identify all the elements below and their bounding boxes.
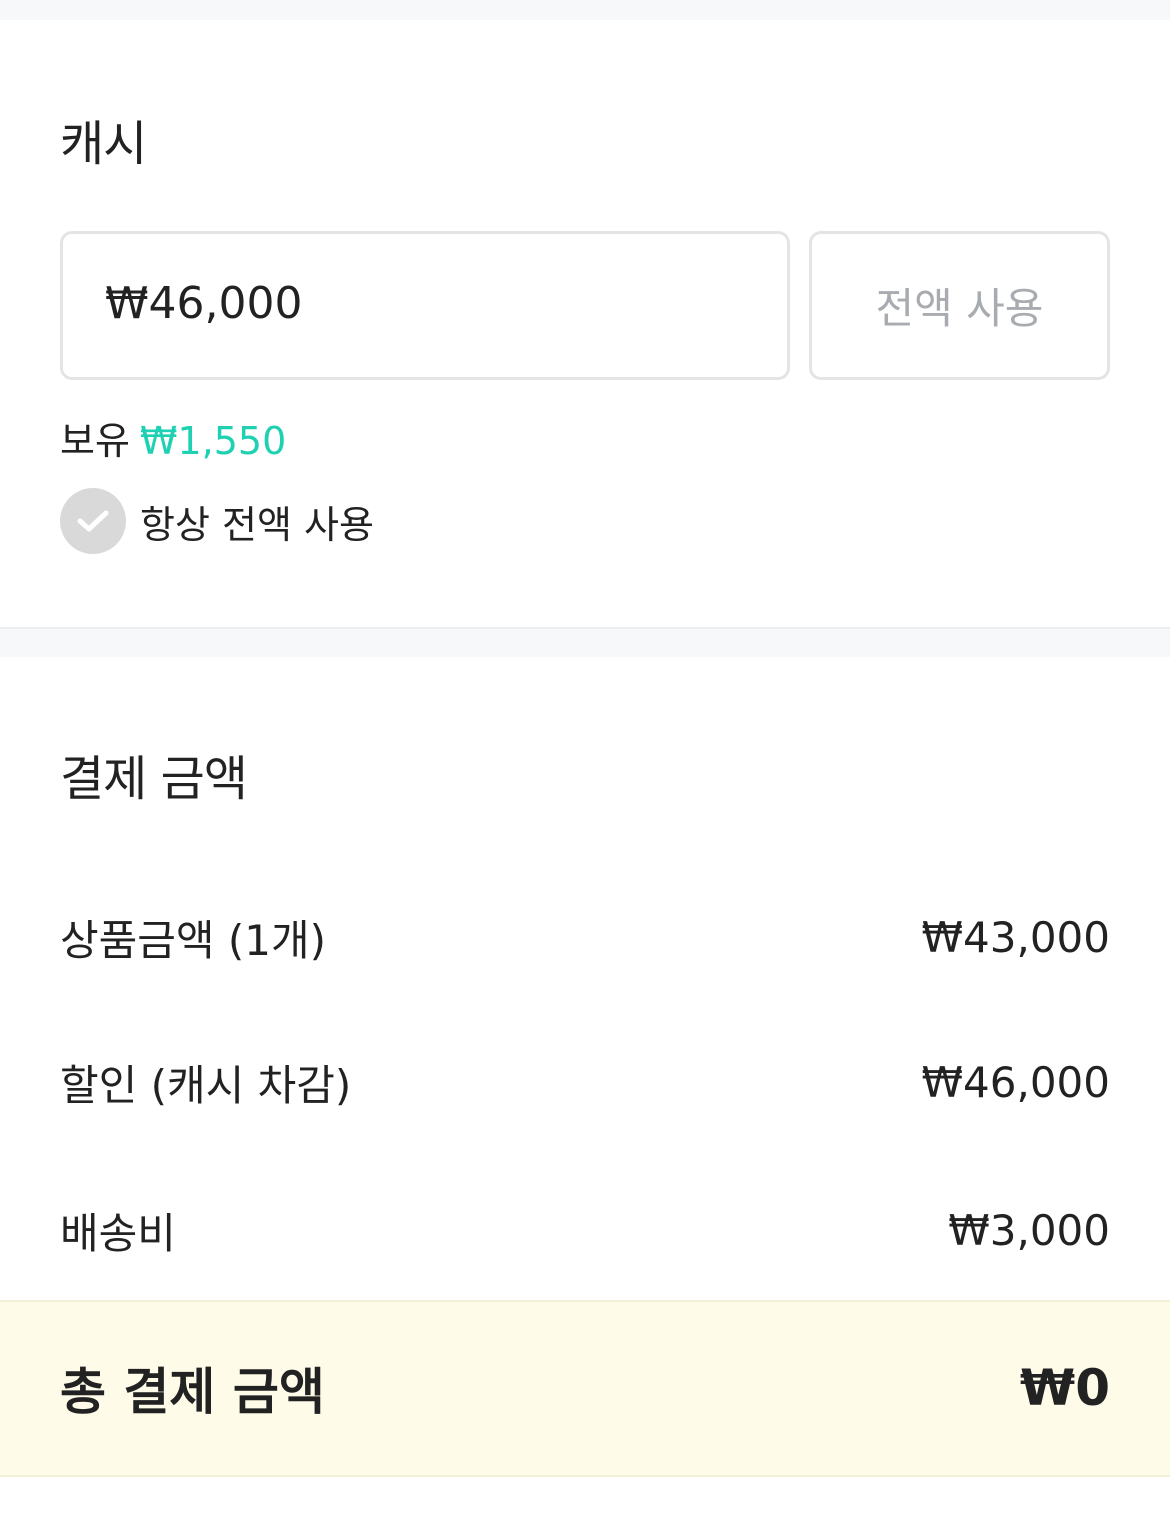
discount-row: 할인 (캐시 차감) ₩46,000 <box>60 1052 1110 1113</box>
cash-amount-input[interactable]: ₩46,000 <box>60 231 790 380</box>
shipping-row: 배송비 ₩3,000 <box>60 1200 1110 1261</box>
use-all-button[interactable]: 전액 사용 <box>809 231 1110 380</box>
shipping-label: 배송비 <box>60 1209 176 1258</box>
total-payment-value: ₩0 <box>1020 1359 1110 1417</box>
payment-section: 결제 금액 상품금액 (1개) ₩43,000 할인 (캐시 차감) ₩46,0… <box>0 657 1170 1300</box>
check-icon[interactable] <box>60 488 126 554</box>
always-use-all-toggle[interactable]: 항상 전액 사용 <box>60 488 374 554</box>
discount-value: ₩46,000 <box>921 1058 1111 1107</box>
always-use-all-label: 항상 전액 사용 <box>140 502 374 547</box>
product-amount-row: 상품금액 (1개) ₩43,000 <box>60 907 1110 968</box>
total-payment-label: 총 결제 금액 <box>60 1363 325 1421</box>
total-payment-row: 총 결제 금액 ₩0 <box>60 1352 1110 1424</box>
owned-label: 보유 <box>60 419 130 463</box>
cash-amount-value: ₩46,000 <box>105 278 303 329</box>
bottom-area <box>0 1477 1170 1513</box>
section-divider <box>0 627 1170 657</box>
product-amount-label: 상품금액 (1개) <box>60 916 327 965</box>
cash-title: 캐시 <box>60 116 147 172</box>
product-amount-value: ₩43,000 <box>921 913 1111 962</box>
payment-title: 결제 금액 <box>60 751 248 807</box>
owned-amount: ₩1,550 <box>139 419 287 463</box>
top-strip <box>0 0 1170 20</box>
discount-label: 할인 (캐시 차감) <box>60 1061 352 1110</box>
owned-cash-line: 보유 ₩1,550 <box>60 410 286 465</box>
check-mark-svg <box>77 510 109 532</box>
shipping-value: ₩3,000 <box>948 1206 1110 1255</box>
total-payment-bar: 총 결제 금액 ₩0 <box>0 1300 1170 1477</box>
cash-section: 캐시 ₩46,000 전액 사용 보유 ₩1,550 항상 전액 사용 <box>0 20 1170 627</box>
